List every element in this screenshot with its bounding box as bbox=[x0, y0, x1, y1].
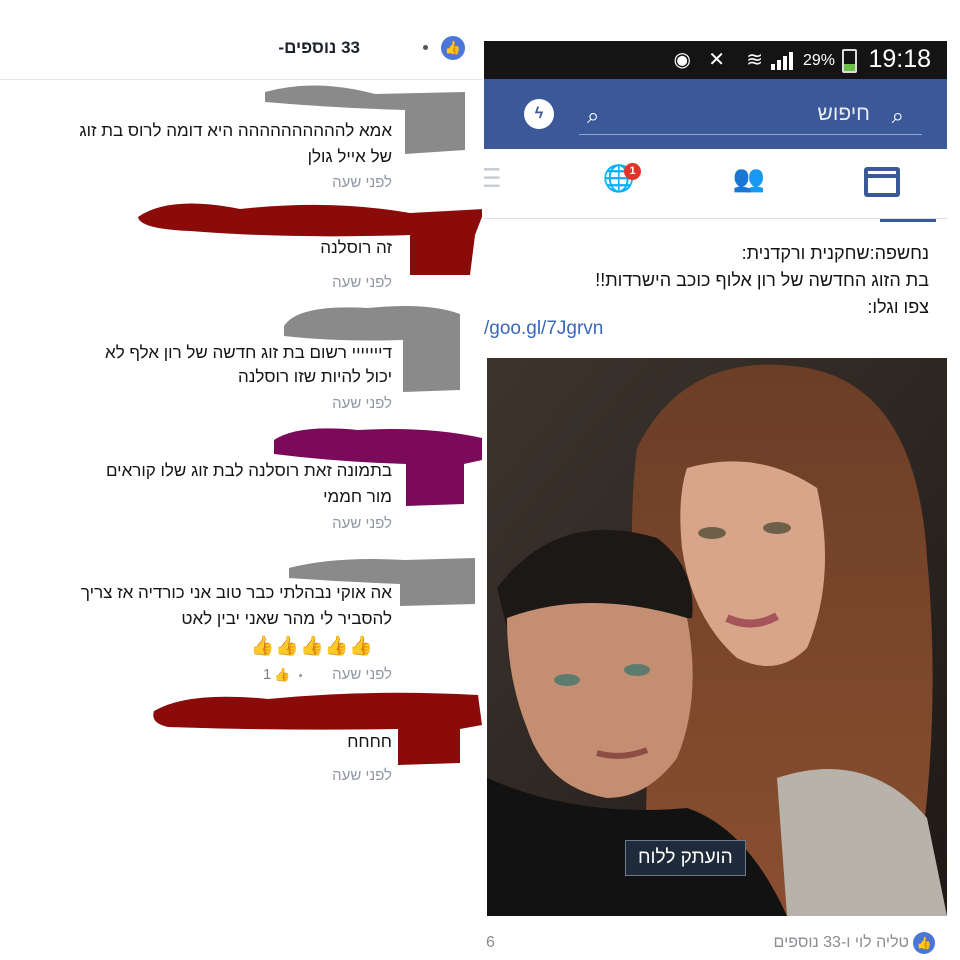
tab-friend-requests[interactable]: 👥 bbox=[729, 163, 769, 203]
thumbs-up-icon: 👍 bbox=[274, 667, 291, 682]
dot-separator bbox=[423, 45, 428, 50]
top-bar: ϟ ⌕ חיפוש ⌕ bbox=[484, 79, 947, 149]
dot-separator bbox=[298, 673, 302, 677]
post-text-line: בת הזוג החדשה של רון אלוף כוכב הישרדות!! bbox=[595, 270, 929, 290]
messenger-icon[interactable]: ϟ bbox=[524, 99, 554, 129]
notification-badge: 1 bbox=[624, 163, 641, 180]
active-tab-indicator bbox=[880, 219, 936, 222]
post-reactions-footer: 6 ‏ טליה לוי ו-33 נוספים 👍 bbox=[484, 928, 947, 958]
post-text-line: צפו וגלו: bbox=[867, 297, 929, 317]
search-input[interactable]: ⌕ חיפוש ⌕ bbox=[579, 95, 922, 135]
post-photo[interactable]: הועתק ללוח bbox=[487, 358, 947, 916]
comment-like-count[interactable]: 1 👍 bbox=[263, 666, 310, 683]
comments-header: 👍 33 נוספים- bbox=[0, 30, 482, 80]
more-likers-count[interactable]: 33 נוספים- bbox=[278, 38, 360, 58]
comment-item: דייייייי רשום בת זוג חדשה של רון אלף לא … bbox=[0, 300, 482, 420]
tab-more-menu[interactable]: ☰ bbox=[484, 163, 510, 203]
comment-text-line: זה רוסלנה bbox=[320, 238, 392, 257]
comment-text-line: יכול להיות שזו רוסלנה bbox=[238, 367, 392, 386]
couple-photo-image bbox=[487, 358, 947, 916]
search-icon: ⌕ bbox=[587, 103, 600, 128]
comment-text-line: מור חממי bbox=[323, 487, 392, 506]
share-count[interactable]: 6 ‏ bbox=[486, 934, 499, 952]
tab-bar: ☰ 🌐 1 👥 bbox=[484, 149, 947, 219]
comment-timestamp[interactable]: לפני שעה bbox=[332, 395, 392, 412]
comment-timestamp[interactable]: לפני שעה bbox=[332, 515, 392, 532]
signal-icon bbox=[771, 52, 793, 70]
comment-text-line: חחחח bbox=[347, 732, 392, 751]
comment-item: חחחח לפני שעה bbox=[0, 685, 482, 795]
battery-icon bbox=[842, 49, 857, 73]
post-link[interactable]: /goo.gl/7Jgrvn bbox=[484, 318, 603, 340]
redaction-scribble bbox=[138, 203, 482, 275]
comment-item: אה אוקי נבהלתי כבר טוב אני כורדיה אז צרי… bbox=[0, 550, 482, 690]
search-icon: ⌕ bbox=[891, 103, 904, 128]
comment-timestamp[interactable]: לפני שעה bbox=[332, 767, 392, 784]
wifi-icon: ≋ bbox=[746, 49, 763, 71]
search-placeholder: חיפוש bbox=[817, 102, 870, 125]
comments-panel: 👍 33 נוספים- אמא להההההההההה היא דומה לר… bbox=[0, 0, 482, 960]
comment-timestamp[interactable]: לפני שעה bbox=[332, 174, 392, 191]
comment-text-line: של אייל גולן bbox=[307, 147, 392, 166]
likers-summary[interactable]: טליה לוי ו-33 נוספים bbox=[774, 934, 909, 952]
post-text: נחשפה:שחקנית ורקדנית: בת הזוג החדשה של ר… bbox=[499, 240, 929, 321]
like-badge-icon: 👍 bbox=[441, 36, 465, 60]
battery-percent: 29% bbox=[802, 52, 835, 69]
mute-icon: ✕ bbox=[708, 49, 725, 71]
clock: 19:18 bbox=[868, 45, 931, 73]
comment-item: אמא להההההההההה היא דומה לרוס בת זוג של … bbox=[0, 80, 482, 191]
tab-news-feed[interactable] bbox=[862, 163, 902, 203]
news-feed-icon bbox=[864, 167, 900, 197]
comment-timestamp[interactable]: לפני שעה bbox=[332, 274, 392, 291]
comment-text-line: אמא להההההההההה היא דומה לרוס בת זוג bbox=[79, 121, 392, 140]
post-text-line: נחשפה:שחקנית ורקדנית: bbox=[741, 243, 929, 263]
redaction-scribble bbox=[153, 692, 482, 765]
facebook-app-panel: ◉ ✕ ≋ 29% 19:18 ϟ ⌕ חיפוש ⌕ ☰ 🌐 1 👥 נחשפ… bbox=[484, 0, 960, 960]
comment-item: בתמונה זאת רוסלנה לבת זוג שלו קוראים מור… bbox=[0, 420, 482, 540]
comment-text-line: אה אוקי נבהלתי כבר טוב אני כורדיה אז צרי… bbox=[80, 583, 392, 602]
thumbs-emoji-row: 👍👍👍👍👍 bbox=[250, 636, 374, 657]
comment-text-line: להסביר לי מהר שאני יבין לאט bbox=[181, 609, 392, 628]
comment-item: זה רוסלנה לפני שעה bbox=[0, 195, 482, 305]
like-count-value: 1 bbox=[263, 666, 272, 683]
status-bar: ◉ ✕ ≋ 29% 19:18 bbox=[484, 41, 947, 79]
comment-text-line: דייייייי רשום בת זוג חדשה של רון אלף לא bbox=[105, 343, 392, 362]
comment-text-line: בתמונה זאת רוסלנה לבת זוג שלו קוראים bbox=[105, 461, 392, 480]
copied-to-clipboard-toast: הועתק ללוח bbox=[625, 840, 746, 876]
eye-icon: ◉ bbox=[673, 49, 691, 71]
like-badge-icon: 👍 bbox=[913, 932, 935, 954]
comment-timestamp[interactable]: לפני שעה bbox=[332, 666, 392, 683]
